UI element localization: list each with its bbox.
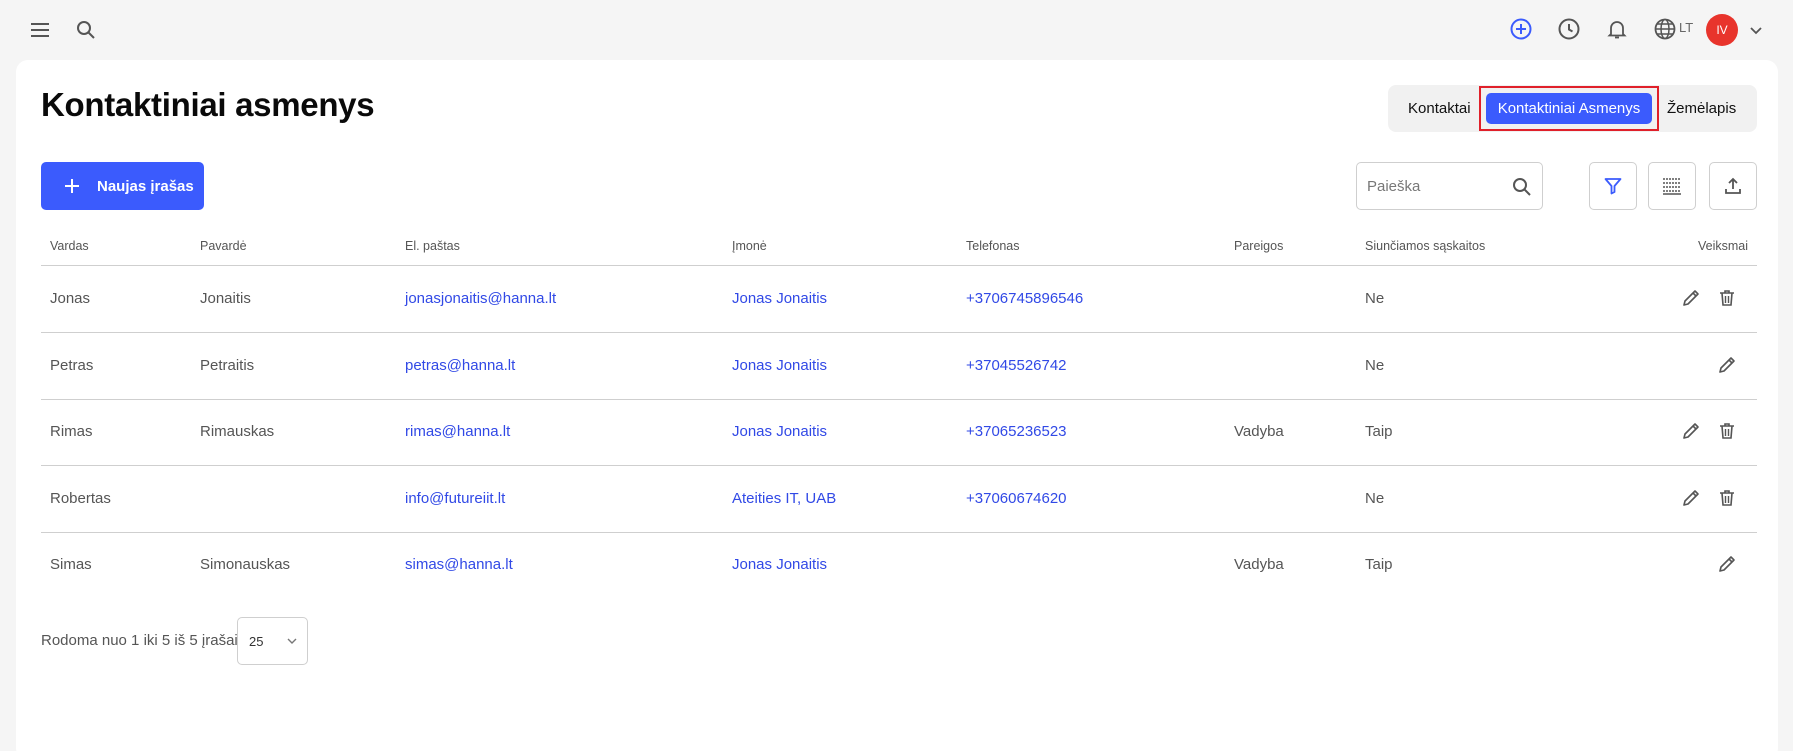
cell-email-link[interactable]: simas@hanna.lt xyxy=(405,556,513,573)
cell-vardas: Robertas xyxy=(50,490,111,507)
columns-button[interactable] xyxy=(1648,162,1696,210)
cell-vardas: Petras xyxy=(50,357,94,374)
cell-email-link[interactable]: jonasjonaitis@hanna.lt xyxy=(405,290,556,307)
table-row: Petras Petraitis petras@hanna.lt Jonas J… xyxy=(41,333,1757,400)
cell-pareigos: Vadyba xyxy=(1234,556,1284,573)
col-imone[interactable]: Įmonė xyxy=(732,239,767,253)
search-input[interactable] xyxy=(1367,175,1507,197)
chevron-down-icon xyxy=(285,634,299,653)
cell-company-link[interactable]: Jonas Jonaitis xyxy=(732,290,827,307)
cell-pavarde: Petraitis xyxy=(200,357,255,374)
cell-pavarde: Jonaitis xyxy=(200,290,251,307)
cell-saskaitos: Ne xyxy=(1365,490,1385,507)
cell-vardas: Simas xyxy=(50,556,92,573)
cell-email-link[interactable]: petras@hanna.lt xyxy=(405,357,515,374)
cell-company-link[interactable]: Ateities IT, UAB xyxy=(732,490,836,507)
cell-company-link[interactable]: Jonas Jonaitis xyxy=(732,423,827,440)
chevron-down-icon[interactable] xyxy=(1740,14,1772,46)
page-size-select[interactable]: 25 xyxy=(237,617,308,665)
top-bar: LT IV xyxy=(0,0,1793,60)
clock-icon[interactable] xyxy=(1553,13,1585,45)
language-label[interactable]: LT xyxy=(1679,20,1693,35)
cell-pareigos: Vadyba xyxy=(1234,423,1284,440)
edit-icon[interactable] xyxy=(1714,551,1740,577)
filter-button[interactable] xyxy=(1589,162,1637,210)
delete-icon[interactable] xyxy=(1714,485,1740,511)
columns-icon xyxy=(1661,176,1683,196)
edit-icon[interactable] xyxy=(1678,418,1704,444)
col-pavarde[interactable]: Pavardė xyxy=(200,239,247,253)
cell-email-link[interactable]: rimas@hanna.lt xyxy=(405,423,510,440)
table-row: Rimas Rimauskas rimas@hanna.lt Jonas Jon… xyxy=(41,399,1757,466)
new-record-label: Naujas įrašas xyxy=(97,177,194,195)
edit-icon[interactable] xyxy=(1678,285,1704,311)
col-siunciamos-saskaitos[interactable]: Siunčiamos sąskaitos xyxy=(1365,239,1485,253)
col-veiksmai: Veiksmai xyxy=(1697,239,1748,253)
menu-icon[interactable] xyxy=(24,14,56,46)
cell-phone-link[interactable]: +3706745896546 xyxy=(966,290,1083,307)
cell-saskaitos: Taip xyxy=(1365,556,1393,573)
col-el-pastas[interactable]: El. paštas xyxy=(405,239,460,253)
add-circle-icon[interactable] xyxy=(1505,13,1537,45)
upload-icon xyxy=(1723,176,1743,196)
bell-icon[interactable] xyxy=(1601,13,1633,45)
cell-company-link[interactable]: Jonas Jonaitis xyxy=(732,357,827,374)
cell-vardas: Rimas xyxy=(50,423,93,440)
globe-icon[interactable] xyxy=(1649,13,1681,45)
page-title: Kontaktiniai asmenys xyxy=(41,86,375,123)
edit-icon[interactable] xyxy=(1678,485,1704,511)
cell-vardas: Jonas xyxy=(50,290,91,307)
cell-saskaitos: Ne xyxy=(1365,357,1385,374)
cell-email-link[interactable]: info@futureiit.lt xyxy=(405,490,505,507)
table-row: Simas Simonauskas simas@hanna.lt Jonas J… xyxy=(41,532,1757,599)
page-size-value: 25 xyxy=(249,634,264,649)
search-icon[interactable] xyxy=(1511,176,1533,198)
new-record-button[interactable]: Naujas įrašas xyxy=(41,162,204,210)
cell-saskaitos: Taip xyxy=(1365,423,1393,440)
cell-phone-link[interactable]: +37045526742 xyxy=(966,357,1067,374)
cell-phone-link[interactable]: +37065236523 xyxy=(966,423,1067,440)
col-pareigos[interactable]: Pareigos xyxy=(1234,239,1283,253)
filter-icon xyxy=(1603,176,1623,196)
edit-icon[interactable] xyxy=(1714,352,1740,378)
plus-icon xyxy=(63,177,81,195)
cell-saskaitos: Ne xyxy=(1365,290,1385,307)
search-icon[interactable] xyxy=(70,14,102,46)
cell-company-link[interactable]: Jonas Jonaitis xyxy=(732,556,827,573)
col-vardas[interactable]: Vardas xyxy=(50,239,89,253)
cell-pavarde: Rimauskas xyxy=(200,423,275,440)
delete-icon[interactable] xyxy=(1714,418,1740,444)
pagination-summary: Rodoma nuo 1 iki 5 iš 5 įrašai xyxy=(41,632,238,649)
table-row: Jonas Jonaitis jonasjonaitis@hanna.lt Jo… xyxy=(41,266,1757,333)
tab-kontaktai[interactable]: Kontaktai xyxy=(1408,85,1471,132)
table-header: Vardas Pavardė El. paštas Įmonė Telefona… xyxy=(41,228,1757,266)
export-button[interactable] xyxy=(1709,162,1757,210)
table-row: Robertas info@futureiit.lt Ateities IT, … xyxy=(41,466,1757,533)
avatar[interactable]: IV xyxy=(1706,14,1738,46)
cell-phone-link[interactable]: +37060674620 xyxy=(966,490,1067,507)
search-box xyxy=(1356,162,1543,210)
cell-pavarde: Simonauskas xyxy=(200,556,291,573)
col-telefonas[interactable]: Telefonas xyxy=(966,239,1020,253)
delete-icon[interactable] xyxy=(1714,285,1740,311)
tab-kontaktiniai-asmenys[interactable]: Kontaktiniai Asmenys xyxy=(1486,93,1652,124)
tab-zemelapis[interactable]: Žemėlapis xyxy=(1667,85,1736,132)
